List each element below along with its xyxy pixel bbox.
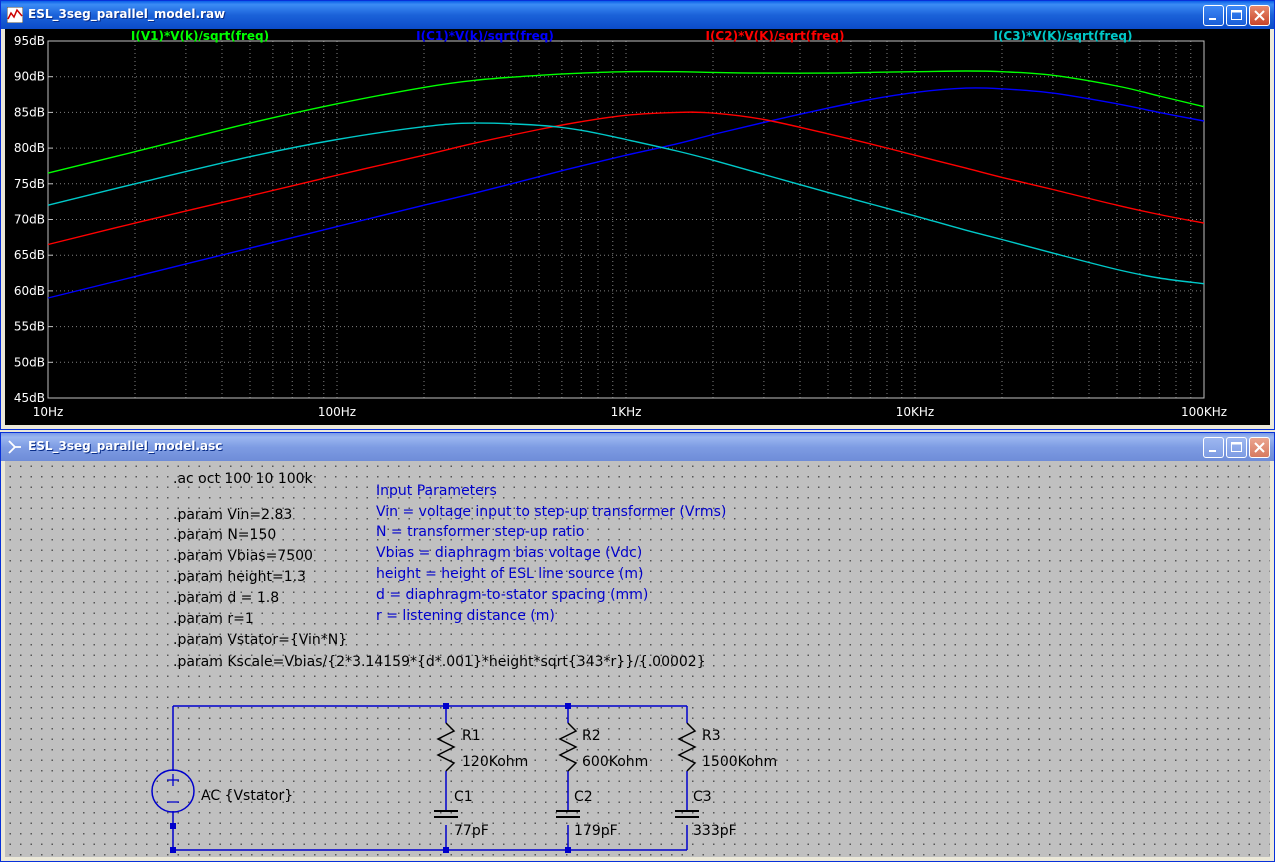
x-tick-label: 10KHz [896,405,934,419]
frequency-response-chart[interactable]: 95dB 90dB 85dB 80dB 75dB 70dB 65dB 60dB 55dB 50dB… [5,29,1272,427]
x-tick-label: 100KHz [1181,405,1227,419]
grid [47,40,1204,399]
schematic-window-title: ESL_3seg_parallel_model.asc [28,439,223,453]
resistor-r1[interactable] [436,722,456,772]
r1-name[interactable]: R1 [462,728,481,744]
maximize-button[interactable] [1226,437,1247,458]
c1-value[interactable]: 77pF [454,823,489,839]
series-line-4[interactable] [47,122,1205,285]
plot-window-titlebar[interactable]: ESL_3seg_parallel_model.raw [1,1,1274,29]
y-tick-label: 60dB [14,284,45,298]
close-button[interactable] [1249,5,1270,26]
y-tick-label: 90dB [14,70,45,84]
junction-dot [170,823,176,829]
y-tick-label: 65dB [14,248,45,262]
y-tick-label: 80dB [14,141,45,155]
schematic-window-titlebar[interactable]: ESL_3seg_parallel_model.asc [1,433,1274,461]
minimize-button[interactable] [1203,5,1224,26]
plot-frame [47,40,1205,399]
y-tick-label: 95dB [14,34,45,48]
capacitor-c3[interactable] [675,810,699,818]
series-line-2[interactable] [47,87,1205,299]
x-tick-label: 10Hz [33,405,64,419]
resistor-r2[interactable] [558,722,578,772]
resistor-r3[interactable] [677,722,697,772]
schematic-window[interactable]: ESL_3seg_parallel_model.asc .ac oct 100 … [0,432,1275,862]
y-tick-label: 70dB [14,213,45,227]
capacitor-c2[interactable] [556,810,580,818]
c1-name[interactable]: C1 [454,789,473,805]
circuit-diagram[interactable]: AC {Vstator} R1 120Kohm C1 77pF R2 600Ko… [5,461,1272,859]
series-label-2[interactable]: I(C1)*V(k)/sqrt(freq) [416,29,554,43]
close-button[interactable] [1249,437,1270,458]
minimize-icon [1209,450,1216,452]
junction-dot [443,703,449,709]
plot-window-title: ESL_3seg_parallel_model.raw [28,7,226,21]
series-line-3[interactable] [47,111,1205,246]
waveform-icon [7,7,23,23]
c2-name[interactable]: C2 [574,789,593,805]
series-label-1[interactable]: I(V1)*V(k)/sqrt(freq) [131,29,269,43]
maximize-icon [1231,10,1242,20]
close-icon [1254,442,1265,453]
series-label-3[interactable]: I(C2)*V(K)/sqrt(freq) [705,29,844,43]
source-label[interactable]: AC {Vstator} [201,788,293,804]
r3-name[interactable]: R3 [702,728,721,744]
r1-value[interactable]: 120Kohm [462,754,528,770]
r2-value[interactable]: 600Kohm [582,754,648,770]
junction-dot [565,703,571,709]
y-tick-label: 75dB [14,177,45,191]
plot-area[interactable]: 95dB 90dB 85dB 80dB 75dB 70dB 65dB 60dB 55dB 50dB… [5,29,1270,425]
series-label-4[interactable]: I(C3)*V(K)/sqrt(freq) [993,29,1132,43]
minimize-button[interactable] [1203,437,1224,458]
c3-value[interactable]: 333pF [693,823,737,839]
schematic-canvas[interactable]: .ac oct 100 10 100k .param Vin=2.83 .par… [5,461,1270,857]
schematic-icon [8,440,21,454]
junction-dot [170,847,176,853]
x-tick-label: 1KHz [611,405,642,419]
maximize-button[interactable] [1226,5,1247,26]
r2-name[interactable]: R2 [582,728,601,744]
ac-voltage-source[interactable] [151,769,195,813]
y-tick-label: 50dB [14,355,45,369]
junction-dot [443,847,449,853]
junction-dot [565,847,571,853]
c2-value[interactable]: 179pF [574,823,618,839]
c3-name[interactable]: C3 [693,789,712,805]
y-tick-label: 55dB [14,320,45,334]
x-tick-label: 100Hz [318,405,356,419]
maximize-icon [1231,442,1242,452]
y-tick-label: 85dB [14,105,45,119]
close-icon [1254,10,1265,21]
y-tick-label: 45dB [14,391,45,405]
minimize-icon [1209,18,1216,20]
plot-window[interactable]: ESL_3seg_parallel_model.raw 95dB 90dB 85dB… [0,0,1275,430]
capacitor-c1[interactable] [434,810,458,818]
r3-value[interactable]: 1500Kohm [702,754,777,770]
